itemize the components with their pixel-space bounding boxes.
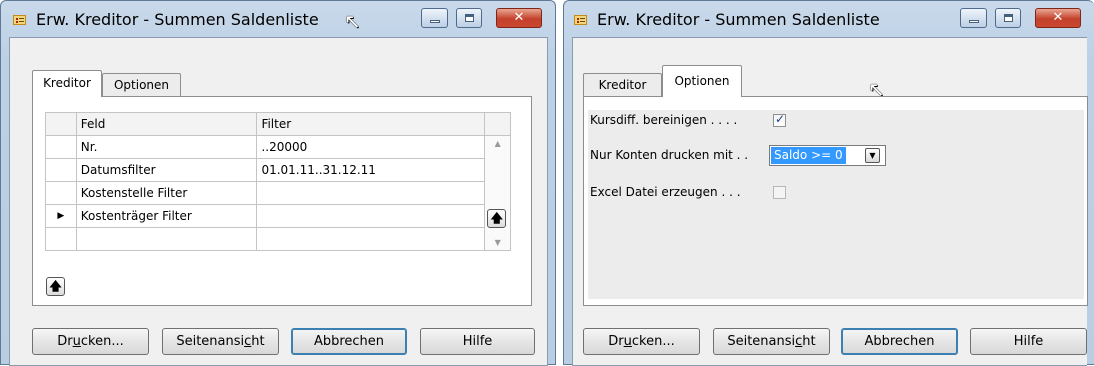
column-header-filter: Filter — [256, 112, 486, 136]
excel-checkbox[interactable] — [773, 186, 786, 199]
nur-konten-label: Nur Konten drucken mit . . — [590, 148, 749, 162]
dialog-body: Kreditor Optionen ↖ Kursdiff. bereinigen… — [572, 37, 1088, 366]
options-area: Kursdiff. bereinigen . . . . Nur Konten … — [588, 110, 1084, 299]
report-request-window-kreditor: Erw. Kreditor - Summen Saldenliste ↖ Kre… — [0, 0, 556, 366]
print-preview-button[interactable]: Seitenansicht — [713, 328, 830, 355]
print-mnemonic: u — [72, 334, 81, 349]
close-button[interactable] — [496, 8, 542, 28]
help-button[interactable]: Hilfe — [420, 328, 535, 355]
print-preview-button[interactable]: Seitenansicht — [162, 328, 279, 355]
vertical-scrollbar[interactable]: ▲ 🡅 ▼ — [484, 135, 511, 251]
up-arrow-icon[interactable]: 🡅 — [46, 277, 65, 296]
print-mnemonic: u — [623, 334, 632, 349]
field-name-cell[interactable]: Nr. — [75, 135, 258, 159]
filter-value-cell[interactable] — [256, 181, 486, 205]
scroll-up-icon[interactable]: ▲ — [485, 139, 510, 148]
field-name-cell[interactable]: Kostenstelle Filter — [75, 181, 258, 205]
preview-label: Seitenansi — [176, 334, 245, 349]
optionen-tab-panel: Kursdiff. bereinigen . . . . Nur Konten … — [583, 96, 1088, 306]
filter-value-cell[interactable]: 01.01.11..31.12.11 — [256, 158, 486, 182]
close-button[interactable] — [1035, 8, 1081, 28]
tab-kreditor[interactable]: Kreditor — [583, 73, 662, 97]
up-arrow-icon[interactable]: 🡅 — [487, 209, 507, 228]
cancel-button[interactable]: Abbrechen — [841, 328, 958, 355]
dropdown-arrow-icon[interactable]: ▼ — [865, 148, 880, 163]
row-selector[interactable] — [45, 158, 77, 182]
kreditor-tab-panel: Feld Filter Nr. ..20000 ▲ 🡅 ▼ Datumsfilt… — [32, 96, 532, 306]
tab-optionen[interactable]: Optionen — [662, 65, 742, 97]
dialog-body: Kreditor Optionen Feld Filter Nr. ..2000… — [9, 37, 548, 366]
tab-optionen[interactable]: Optionen — [102, 73, 181, 97]
print-button[interactable]: Drucken... — [32, 328, 149, 355]
print-label: Dr — [608, 334, 624, 349]
title-bar[interactable]: Erw. Kreditor - Summen Saldenliste ↖ — [1, 1, 555, 37]
nur-konten-select[interactable]: Saldo >= 0 ▼ — [769, 145, 886, 166]
maximize-button[interactable] — [456, 8, 482, 28]
preview-label-rest: ht — [251, 334, 265, 349]
grid-header-spacer — [484, 112, 511, 136]
print-label: Dr — [57, 334, 73, 349]
column-header-feld: Feld — [75, 112, 258, 136]
kursdiff-label: Kursdiff. bereinigen . . . . — [590, 113, 738, 127]
table-row[interactable] — [45, 227, 511, 251]
report-icon — [574, 15, 587, 25]
cancel-button[interactable]: Abbrechen — [291, 328, 407, 355]
field-name-cell[interactable]: Datumsfilter — [75, 158, 258, 182]
print-label-rest: cken... — [631, 334, 675, 349]
maximize-button[interactable] — [995, 8, 1021, 28]
window-title: Erw. Kreditor - Summen Saldenliste — [597, 10, 880, 29]
table-row[interactable]: Nr. ..20000 ▲ 🡅 ▼ — [45, 135, 511, 251]
window-title: Erw. Kreditor - Summen Saldenliste — [36, 10, 319, 29]
preview-label-rest: ht — [802, 334, 816, 349]
grid-header-row: Feld Filter — [45, 112, 511, 136]
table-row[interactable]: Kostenstelle Filter — [45, 181, 511, 205]
print-button[interactable]: Drucken... — [583, 328, 700, 355]
minimize-button[interactable] — [421, 8, 448, 28]
mouse-pointer-icon: ↖ — [344, 9, 361, 33]
report-icon — [13, 15, 26, 25]
table-row[interactable]: ▶ Kostenträger Filter — [45, 204, 511, 228]
filter-value-cell[interactable] — [256, 204, 486, 228]
field-name-cell[interactable]: Kostenträger Filter — [75, 204, 258, 228]
row-pointer-icon: ▶ — [57, 211, 65, 221]
table-row[interactable]: Datumsfilter 01.01.11..31.12.11 — [45, 158, 511, 182]
filter-value-cell[interactable] — [256, 227, 486, 251]
minimize-button[interactable] — [960, 8, 987, 28]
filter-value-cell[interactable]: ..20000 — [256, 135, 486, 159]
grid-corner-cell — [45, 112, 77, 136]
row-selector[interactable] — [45, 135, 77, 159]
preview-label: Seitenansi — [727, 334, 796, 349]
row-selector[interactable] — [45, 227, 77, 251]
row-selector[interactable] — [45, 181, 77, 205]
scroll-down-icon[interactable]: ▼ — [485, 238, 510, 247]
tab-kreditor[interactable]: Kreditor — [32, 70, 102, 97]
kursdiff-checkbox[interactable] — [773, 112, 786, 127]
title-bar[interactable]: Erw. Kreditor - Summen Saldenliste — [564, 1, 1094, 37]
field-name-cell[interactable] — [75, 227, 258, 251]
filter-grid: Feld Filter Nr. ..20000 ▲ 🡅 ▼ Datumsfilt… — [45, 112, 511, 251]
excel-label: Excel Datei erzeugen . . . — [590, 185, 741, 199]
row-selector[interactable]: ▶ — [45, 204, 77, 228]
report-request-window-optionen: Erw. Kreditor - Summen Saldenliste Kredi… — [563, 0, 1094, 366]
print-label-rest: cken... — [80, 334, 124, 349]
help-button[interactable]: Hilfe — [970, 328, 1087, 355]
nur-konten-selected-value: Saldo >= 0 — [771, 147, 846, 164]
